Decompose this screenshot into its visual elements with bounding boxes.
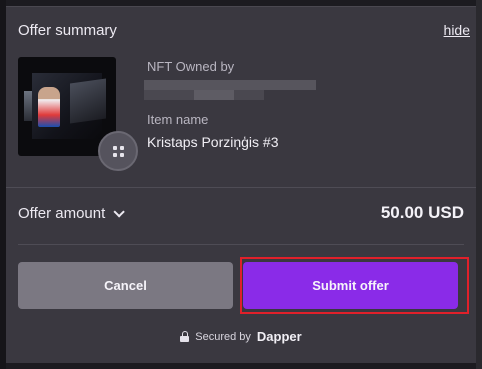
submit-offer-button[interactable]: Submit offer (243, 262, 458, 309)
nft-player-figure (38, 87, 60, 127)
item-name-label: Item name (147, 112, 209, 127)
offer-summary-title: Offer summary (18, 22, 117, 39)
secured-by-footer: Secured by Dapper (0, 329, 482, 344)
divider (18, 244, 464, 245)
dapper-brand: Dapper (256, 329, 302, 344)
offer-amount-value: 50.00 USD (380, 203, 464, 222)
nft-card-strip (24, 91, 32, 121)
secured-by-text: Secured by (195, 330, 251, 343)
right-edge (476, 0, 482, 369)
divider (6, 187, 476, 188)
item-name-value: Kristaps Porziņģis #3 (147, 134, 279, 150)
offer-amount-toggle[interactable]: Offer amount (18, 205, 126, 222)
offer-amount-label: Offer amount (18, 205, 106, 222)
nft-owned-by-label: NFT Owned by (147, 59, 235, 74)
nft-card-box (70, 78, 106, 124)
owner-redacted (144, 80, 316, 100)
grid-icon[interactable] (98, 131, 138, 171)
grid-icon-dots (112, 145, 124, 157)
cancel-button[interactable]: Cancel (18, 262, 233, 309)
hide-link[interactable]: hide (444, 22, 470, 38)
lock-icon (180, 331, 190, 342)
